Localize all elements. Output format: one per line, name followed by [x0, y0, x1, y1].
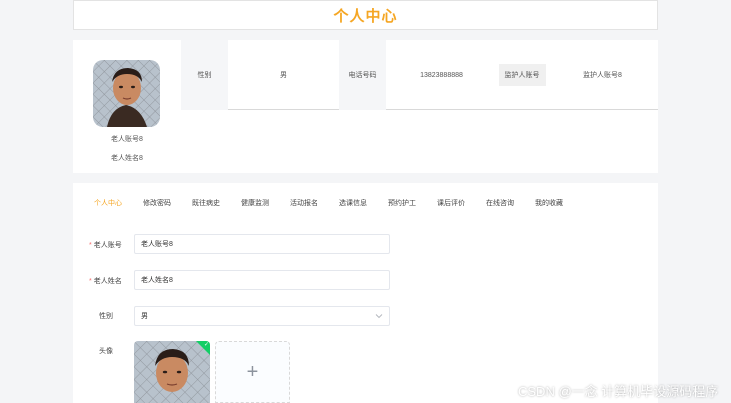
info-label-guardian-cell: 监护人账号 — [497, 40, 547, 110]
info-value-guardian: 监护人账号8 — [583, 72, 622, 79]
name-label-text: 老人姓名 — [93, 278, 122, 285]
gender-select-value: 男 — [141, 313, 148, 320]
name-label: * 老人姓名 — [89, 276, 122, 286]
gender-label: 性别 — [99, 313, 113, 320]
tab-medical-history[interactable]: 既往病史 — [192, 198, 220, 208]
profile-name: 老人姓名8 — [111, 155, 143, 162]
page-header: 个人中心 — [73, 0, 658, 30]
info-label-gender: 性别 — [181, 40, 228, 110]
tab-change-password[interactable]: 修改密码 — [143, 198, 171, 208]
required-mark: * — [89, 242, 92, 249]
page-title: 个人中心 — [333, 7, 398, 25]
tab-health-monitoring[interactable]: 健康监测 — [241, 198, 269, 208]
gender-select[interactable]: 男 — [134, 306, 390, 326]
tab-online-consult[interactable]: 在线咨询 — [486, 198, 514, 208]
account-input[interactable]: 老人账号8 — [134, 234, 390, 254]
tab-course-info[interactable]: 选课信息 — [339, 198, 367, 208]
profile-card: 老人账号8 老人姓名8 性别 男 电话号码 13823888888 监护人账号 … — [73, 40, 658, 173]
plus-icon: + — [246, 360, 259, 383]
required-mark: * — [89, 278, 92, 285]
profile-info-table: 性别 男 电话号码 13823888888 监护人账号 监护人账号8 — [181, 40, 658, 110]
info-value-gender: 男 — [280, 72, 287, 79]
tab-activity-signup[interactable]: 活动报名 — [290, 198, 318, 208]
tab-my-favorites[interactable]: 我的收藏 — [535, 198, 563, 208]
chevron-down-icon — [375, 314, 383, 319]
avatar — [93, 60, 160, 127]
tab-book-caregiver[interactable]: 预约护工 — [388, 198, 416, 208]
tab-personal-center[interactable]: 个人中心 — [94, 198, 122, 208]
account-label: * 老人账号 — [89, 240, 122, 250]
avatar-label: 头像 — [99, 348, 113, 355]
upload-add-button[interactable]: + — [215, 341, 290, 403]
name-input[interactable]: 老人姓名8 — [134, 270, 390, 290]
info-label-guardian: 监护人账号 — [498, 64, 546, 86]
info-value-phone: 13823888888 — [420, 71, 463, 79]
uploaded-avatar[interactable]: ✓ — [134, 341, 210, 403]
watermark: CSDN @一念 计算机毕设源码程序 — [518, 384, 719, 399]
account-label-text: 老人账号 — [93, 242, 122, 249]
check-icon: ✓ — [203, 342, 209, 348]
tab-course-review[interactable]: 课后评价 — [437, 198, 465, 208]
avatar-image — [93, 60, 160, 127]
info-label-phone: 电话号码 — [339, 40, 386, 110]
profile-account: 老人账号8 — [111, 136, 143, 143]
